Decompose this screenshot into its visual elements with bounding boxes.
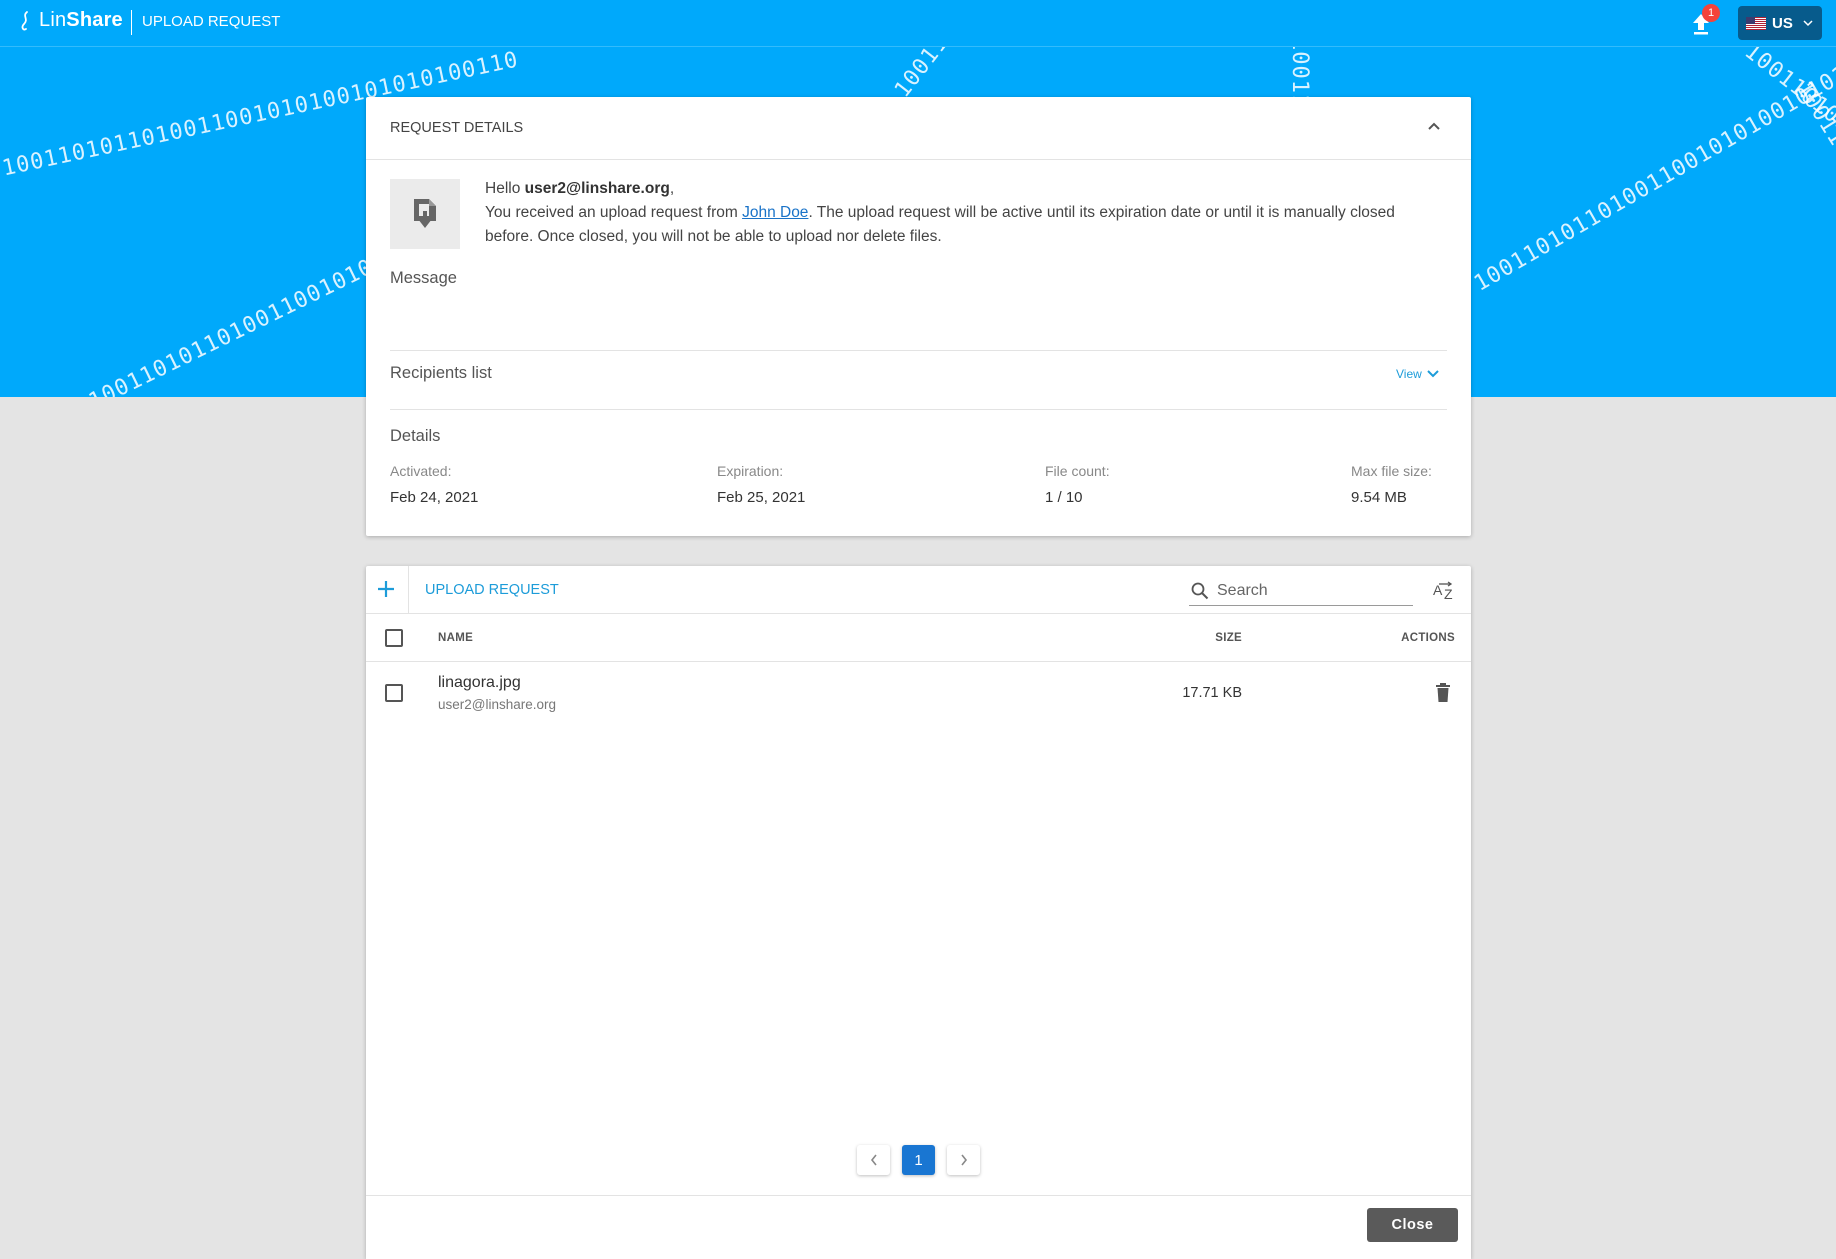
top-bar: LinShare UPLOAD REQUEST 1 US [0, 0, 1836, 47]
page-title: UPLOAD REQUEST [142, 13, 281, 30]
view-recipients-button[interactable]: View [1396, 367, 1439, 381]
delete-icon[interactable] [1435, 683, 1451, 703]
detail-expiration: Expiration: Feb 25, 2021 [717, 463, 806, 506]
search-icon [1191, 582, 1209, 599]
table-header: NAME SIZE ACTIONS [366, 614, 1471, 662]
column-size[interactable]: SIZE [1066, 632, 1242, 644]
row-checkbox[interactable] [385, 684, 403, 702]
toolbar-divider [408, 566, 409, 614]
binary-decoration: 1001101011010011001010100101010100110 [1790, 77, 1836, 397]
search-input[interactable] [1217, 581, 1397, 600]
files-title: UPLOAD REQUEST [425, 582, 559, 598]
file-download-icon [414, 199, 436, 228]
column-actions: ACTIONS [1401, 632, 1455, 644]
add-file-button[interactable] [376, 579, 396, 599]
svg-text:Z: Z [1444, 586, 1453, 600]
request-intro: Hello user2@linshare.org, You received a… [485, 180, 1395, 245]
request-details-header[interactable]: REQUEST DETAILS [366, 97, 1471, 160]
chevron-right-icon [960, 1154, 967, 1166]
logo-text: LinShare [39, 9, 123, 31]
notification-badge: 1 [1702, 4, 1720, 22]
file-name[interactable]: linagora.jpg [438, 674, 521, 692]
chevron-left-icon [870, 1154, 877, 1166]
search-box [1189, 576, 1413, 606]
logo-icon [21, 10, 28, 30]
recipient-email: user2@linshare.org [524, 180, 670, 197]
select-all-checkbox[interactable] [385, 629, 403, 647]
message-label: Message [390, 269, 457, 287]
chevron-down-icon [1803, 19, 1813, 26]
chevron-up-icon[interactable] [1427, 121, 1441, 131]
pagination: 1 [366, 1145, 1471, 1175]
details-label: Details [390, 427, 441, 445]
detail-max-file-size: Max file size: 9.54 MB [1351, 463, 1432, 506]
upload-request-icon [390, 179, 460, 249]
file-size: 17.71 KB [1182, 685, 1242, 701]
detail-file-count: File count: 1 / 10 [1045, 463, 1110, 506]
us-flag-icon [1746, 16, 1766, 30]
request-details-card: REQUEST DETAILS Hello user2@linshare.org… [366, 97, 1471, 536]
divider [390, 350, 1447, 351]
detail-activated: Activated: Feb 24, 2021 [390, 463, 479, 506]
page-button-current[interactable]: 1 [902, 1145, 935, 1175]
uploaded-files-card: UPLOAD REQUEST A Z NAME SIZE ACTIONS lin… [366, 566, 1471, 1259]
header-divider [131, 10, 132, 35]
language-label: US [1772, 14, 1793, 32]
sort-alpha-icon[interactable]: A Z [1433, 580, 1457, 600]
binary-decoration: 1001101011010011001010100101010100110 [890, 47, 1234, 102]
card-footer: Close [366, 1195, 1471, 1259]
column-name[interactable]: NAME [438, 632, 473, 644]
close-button[interactable]: Close [1367, 1208, 1458, 1242]
divider [390, 409, 1447, 410]
linshare-logo[interactable]: LinShare [18, 9, 123, 32]
language-selector[interactable]: US [1738, 6, 1822, 40]
next-page-button[interactable] [947, 1145, 980, 1175]
recipients-list-label: Recipients list [390, 364, 492, 382]
request-details-title: REQUEST DETAILS [390, 120, 524, 136]
chevron-down-icon [1427, 370, 1439, 378]
table-row[interactable]: linagora.jpg user2@linshare.org 17.71 KB [366, 663, 1471, 725]
sender-link[interactable]: John Doe [742, 204, 808, 221]
file-owner: user2@linshare.org [438, 697, 557, 712]
files-toolbar: UPLOAD REQUEST A Z [366, 566, 1471, 614]
previous-page-button[interactable] [857, 1145, 890, 1175]
